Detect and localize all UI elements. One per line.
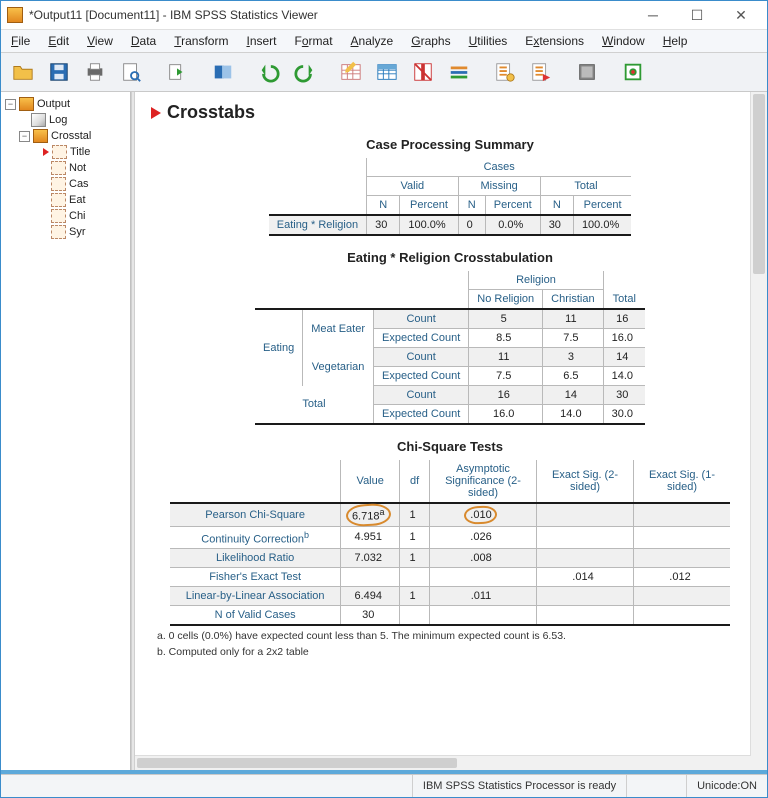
menu-analyze[interactable]: Analyze bbox=[347, 32, 398, 50]
status-unicode: Unicode:ON bbox=[686, 775, 767, 797]
tree-item-log[interactable]: Log bbox=[5, 112, 128, 128]
select-icon[interactable] bbox=[489, 56, 521, 88]
tree-label: Not bbox=[69, 162, 86, 174]
script-icon[interactable] bbox=[571, 56, 603, 88]
goto-case-icon[interactable] bbox=[371, 56, 403, 88]
tree-label: Eat bbox=[69, 194, 86, 206]
recall-dialog-icon[interactable] bbox=[207, 56, 239, 88]
print-icon[interactable] bbox=[79, 56, 111, 88]
print-preview-icon[interactable] bbox=[115, 56, 147, 88]
tree-root[interactable]: − Output bbox=[5, 96, 128, 112]
tree-item-notes[interactable]: Not bbox=[5, 160, 128, 176]
notes-icon bbox=[51, 161, 66, 175]
window-title: *Output11 [Document11] - IBM SPSS Statis… bbox=[29, 8, 631, 22]
tree-item-crosstabulation[interactable]: Eat bbox=[5, 192, 128, 208]
leaf-icon bbox=[51, 193, 66, 207]
menu-graphs[interactable]: Graphs bbox=[407, 32, 454, 50]
menu-view[interactable]: View bbox=[83, 32, 117, 50]
title-icon bbox=[52, 145, 67, 159]
undo-icon[interactable] bbox=[253, 56, 285, 88]
menu-edit[interactable]: Edit bbox=[44, 32, 73, 50]
outline-pane[interactable]: − Output Log − Crosstal Title Not bbox=[1, 92, 131, 770]
status-empty bbox=[1, 775, 412, 797]
output-icon bbox=[19, 97, 34, 111]
menu-extensions[interactable]: Extensions bbox=[521, 32, 588, 50]
goto-data-icon[interactable] bbox=[335, 56, 367, 88]
close-button[interactable]: ✕ bbox=[719, 2, 763, 28]
tree-label: Log bbox=[49, 114, 67, 126]
tree-item-case-summary[interactable]: Cas bbox=[5, 176, 128, 192]
tree-label: Crosstal bbox=[51, 130, 91, 142]
toolbar bbox=[1, 53, 767, 92]
leaf-icon bbox=[51, 209, 66, 223]
content-area: − Output Log − Crosstal Title Not bbox=[1, 92, 767, 770]
leaf-icon bbox=[51, 225, 66, 239]
menu-help[interactable]: Help bbox=[659, 32, 692, 50]
tree-label: Title bbox=[70, 146, 90, 158]
log-icon bbox=[31, 113, 46, 127]
annotation-circle: .010 bbox=[470, 509, 491, 521]
menu-window[interactable]: Window bbox=[598, 32, 649, 50]
titlebar: *Output11 [Document11] - IBM SPSS Statis… bbox=[1, 1, 767, 30]
crosstab-title: Eating * Religion Crosstabulation bbox=[151, 250, 749, 265]
footnote-b: b. Computed only for a 2x2 table bbox=[151, 646, 749, 658]
tree-item-symmetric[interactable]: Syr bbox=[5, 224, 128, 240]
redo-icon[interactable] bbox=[289, 56, 321, 88]
chisq-title: Chi-Square Tests bbox=[151, 439, 749, 454]
menu-transform[interactable]: Transform bbox=[170, 32, 232, 50]
leaf-icon bbox=[51, 177, 66, 191]
tree-root-label: Output bbox=[37, 98, 70, 110]
crosstab-table: Religion No Religion Christian Total Eat… bbox=[255, 271, 645, 425]
menubar: File Edit View Data Transform Insert For… bbox=[1, 30, 767, 53]
tree-label: Chi bbox=[69, 210, 86, 222]
horizontal-scrollbar[interactable] bbox=[135, 755, 751, 770]
app-window: *Output11 [Document11] - IBM SPSS Statis… bbox=[0, 0, 768, 798]
tree-item-crosstabs[interactable]: − Crosstal bbox=[5, 128, 128, 144]
crosstabs-icon bbox=[33, 129, 48, 143]
maximize-button[interactable]: ☐ bbox=[675, 2, 719, 28]
tree-item-title[interactable]: Title bbox=[5, 144, 128, 160]
menu-format[interactable]: Format bbox=[291, 32, 337, 50]
designate-window-icon[interactable] bbox=[617, 56, 649, 88]
footnote-a: a. 0 cells (0.0%) have expected count le… bbox=[151, 630, 749, 642]
tree-label: Syr bbox=[69, 226, 86, 238]
scroll-thumb[interactable] bbox=[137, 758, 457, 768]
status-processor: IBM SPSS Statistics Processor is ready bbox=[412, 775, 626, 797]
menu-data[interactable]: Data bbox=[127, 32, 160, 50]
variables-icon[interactable] bbox=[407, 56, 439, 88]
collapse-icon[interactable]: − bbox=[19, 131, 30, 142]
section-heading: Crosstabs bbox=[151, 102, 749, 123]
save-icon[interactable] bbox=[43, 56, 75, 88]
vertical-scrollbar[interactable] bbox=[750, 92, 767, 770]
export-icon[interactable] bbox=[161, 56, 193, 88]
output-pane[interactable]: Crosstabs Case Processing Summary Cases … bbox=[135, 92, 767, 770]
case-summary-table: Cases Valid Missing Total N Percent N Pe… bbox=[269, 158, 632, 236]
minimize-button[interactable]: ─ bbox=[631, 2, 675, 28]
collapse-icon[interactable]: − bbox=[5, 99, 16, 110]
menu-file[interactable]: File bbox=[7, 32, 34, 50]
tree-label: Cas bbox=[69, 178, 89, 190]
menu-insert[interactable]: Insert bbox=[242, 32, 280, 50]
statusbar: IBM SPSS Statistics Processor is ready U… bbox=[1, 774, 767, 797]
show-hide-icon[interactable] bbox=[525, 56, 557, 88]
menu-utilities[interactable]: Utilities bbox=[465, 32, 512, 50]
status-empty2 bbox=[626, 775, 686, 797]
open-icon[interactable] bbox=[7, 56, 39, 88]
annotation-circle: 6.718a bbox=[352, 507, 385, 523]
case-summary-title: Case Processing Summary bbox=[151, 137, 749, 152]
arrow-icon bbox=[151, 107, 161, 119]
chisq-table: Value df Asymptotic Significance (2-side… bbox=[170, 460, 730, 626]
scroll-thumb[interactable] bbox=[753, 94, 765, 274]
tree-item-chisquare[interactable]: Chi bbox=[5, 208, 128, 224]
current-arrow-icon bbox=[43, 148, 49, 156]
app-icon bbox=[7, 7, 23, 23]
run-icon[interactable] bbox=[443, 56, 475, 88]
